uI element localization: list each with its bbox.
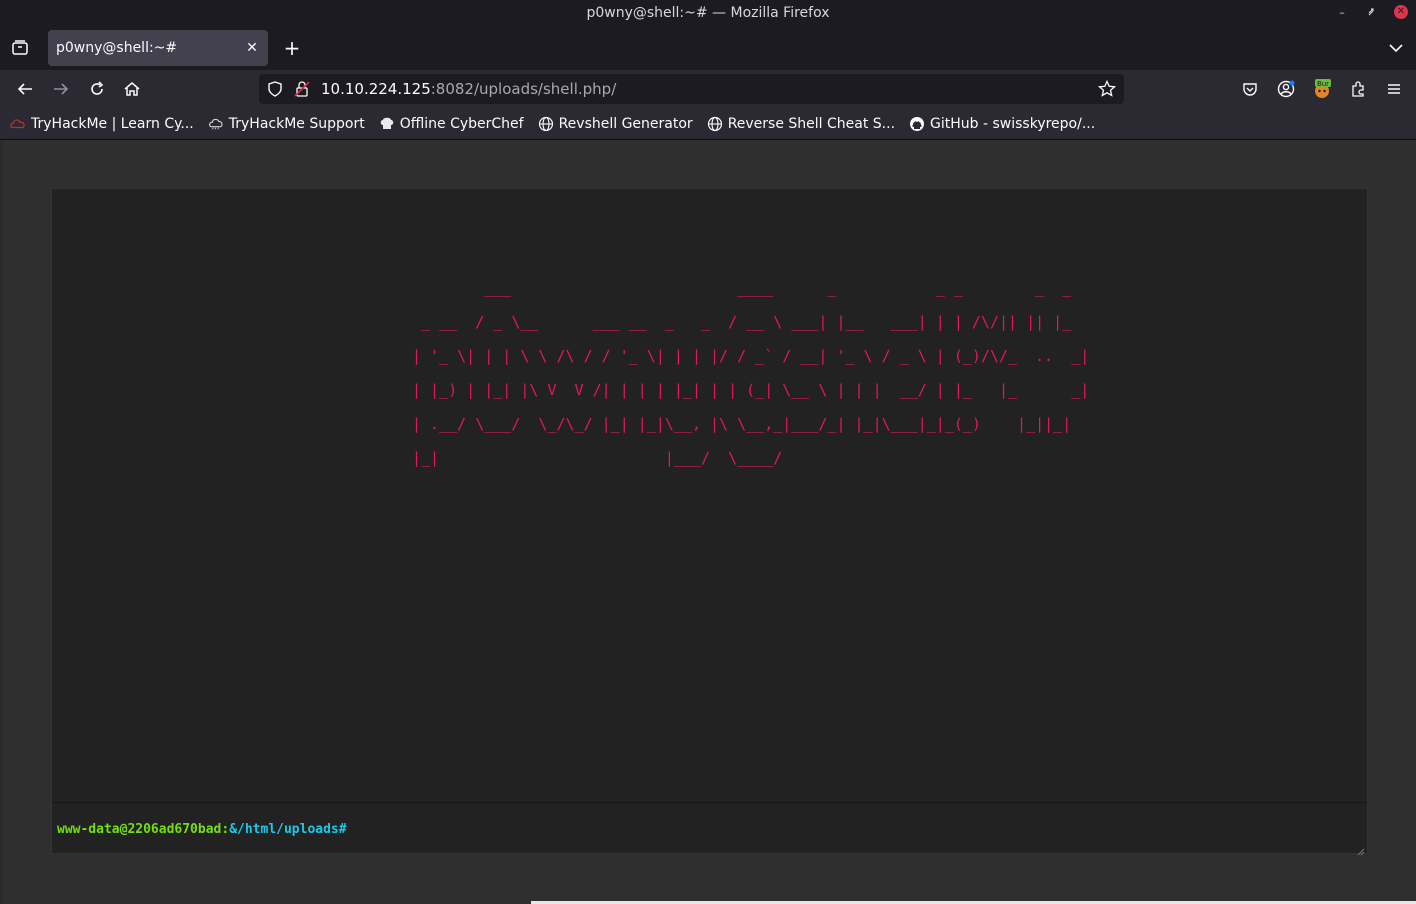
bookmark-label: Reverse Shell Cheat S... <box>727 115 896 132</box>
home-icon[interactable] <box>120 77 144 101</box>
bookmark-label: TryHackMe | Learn Cy... <box>31 115 194 132</box>
tryhackme-icon <box>10 116 26 132</box>
insecure-lock-icon[interactable] <box>294 81 310 101</box>
reload-icon[interactable] <box>85 77 109 101</box>
firefox-view-icon[interactable] <box>10 38 30 58</box>
ascii-banner: ___ ____ _ _ _ _ _ _ __ / _ \__ ___ __ _… <box>412 279 1090 467</box>
prompt-path: &/html/uploads <box>229 822 339 837</box>
forward-icon[interactable] <box>49 77 73 101</box>
url-text[interactable]: 10.10.224.125:8082/uploads/shell.php/ <box>321 80 616 98</box>
menu-icon[interactable] <box>1382 77 1406 101</box>
bookmark-github-swisskyrepo[interactable]: GitHub - swisskyrepo/... <box>909 116 1095 132</box>
window-titlebar: p0wny@shell:~# — Mozilla Firefox – ✕ <box>0 0 1416 26</box>
cloud-icon <box>208 116 224 132</box>
svg-text:Bur: Bur <box>1317 80 1329 88</box>
shell-command-input[interactable] <box>355 817 1345 839</box>
window-controls: – ✕ <box>1334 4 1408 20</box>
burp-extension-icon[interactable]: Bur <box>1310 77 1334 101</box>
prompt-user: www-data@2206ad670bad: <box>57 822 230 837</box>
tab-title: p0wny@shell:~# <box>56 40 178 56</box>
bookmark-cyberchef[interactable]: Offline CyberChef <box>379 116 524 132</box>
globe-icon <box>707 116 723 132</box>
navigation-toolbar: 10.10.224.125:8082/uploads/shell.php/ Bu… <box>0 70 1416 108</box>
bookmark-star-icon[interactable] <box>1097 79 1117 102</box>
minimize-icon[interactable]: – <box>1334 4 1350 20</box>
window-title: p0wny@shell:~# — Mozilla Firefox <box>586 5 830 21</box>
pocket-icon[interactable] <box>1238 77 1262 101</box>
url-path: :8082/uploads/shell.php/ <box>430 80 617 98</box>
close-tab-icon[interactable]: ✕ <box>240 36 264 60</box>
bookmark-tryhackme-support[interactable]: TryHackMe Support <box>208 116 365 132</box>
bookmark-reverse-shell-cheat-sheet[interactable]: Reverse Shell Cheat S... <box>707 116 895 132</box>
tab-strip: p0wny@shell:~# ✕ + <box>0 26 1416 70</box>
left-edge-strip <box>0 140 3 904</box>
shell-prompt: www-data@2206ad670bad:&/html/uploads# <box>57 822 347 837</box>
bookmarks-toolbar: TryHackMe | Learn Cy... TryHackMe Suppor… <box>0 108 1416 140</box>
bookmark-label: Offline CyberChef <box>399 115 524 132</box>
bookmark-label: GitHub - swisskyrepo/... <box>930 115 1096 132</box>
chef-hat-icon <box>379 116 395 132</box>
extensions-icon[interactable] <box>1346 77 1370 101</box>
shell-prompt-area: www-data@2206ad670bad:&/html/uploads# <box>52 802 1367 856</box>
bookmark-tryhackme[interactable]: TryHackMe | Learn Cy... <box>10 116 194 132</box>
shell-terminal: ___ ____ _ _ _ _ _ _ __ / _ \__ ___ __ _… <box>51 188 1368 856</box>
resize-grip-icon[interactable] <box>1355 841 1365 856</box>
restore-icon[interactable] <box>1364 4 1380 20</box>
account-icon[interactable] <box>1274 77 1298 101</box>
page-content: ___ ____ _ _ _ _ _ _ __ / _ \__ ___ __ _… <box>0 140 1416 904</box>
github-icon <box>909 116 925 132</box>
new-tab-icon[interactable]: + <box>280 36 304 60</box>
shield-icon[interactable] <box>267 81 283 101</box>
globe-icon <box>538 116 554 132</box>
address-bar[interactable]: 10.10.224.125:8082/uploads/shell.php/ <box>259 74 1124 104</box>
chevron-down-icon[interactable] <box>1386 38 1406 58</box>
bookmark-label: TryHackMe Support <box>228 115 365 132</box>
back-icon[interactable] <box>13 77 37 101</box>
tab-active[interactable]: p0wny@shell:~# ✕ <box>48 30 268 66</box>
bookmark-label: Revshell Generator <box>558 115 693 132</box>
bookmark-revshell-generator[interactable]: Revshell Generator <box>538 116 693 132</box>
close-window-icon[interactable]: ✕ <box>1394 5 1408 19</box>
prompt-hash: # <box>338 822 347 837</box>
url-host: 10.10.224.125 <box>321 80 431 98</box>
